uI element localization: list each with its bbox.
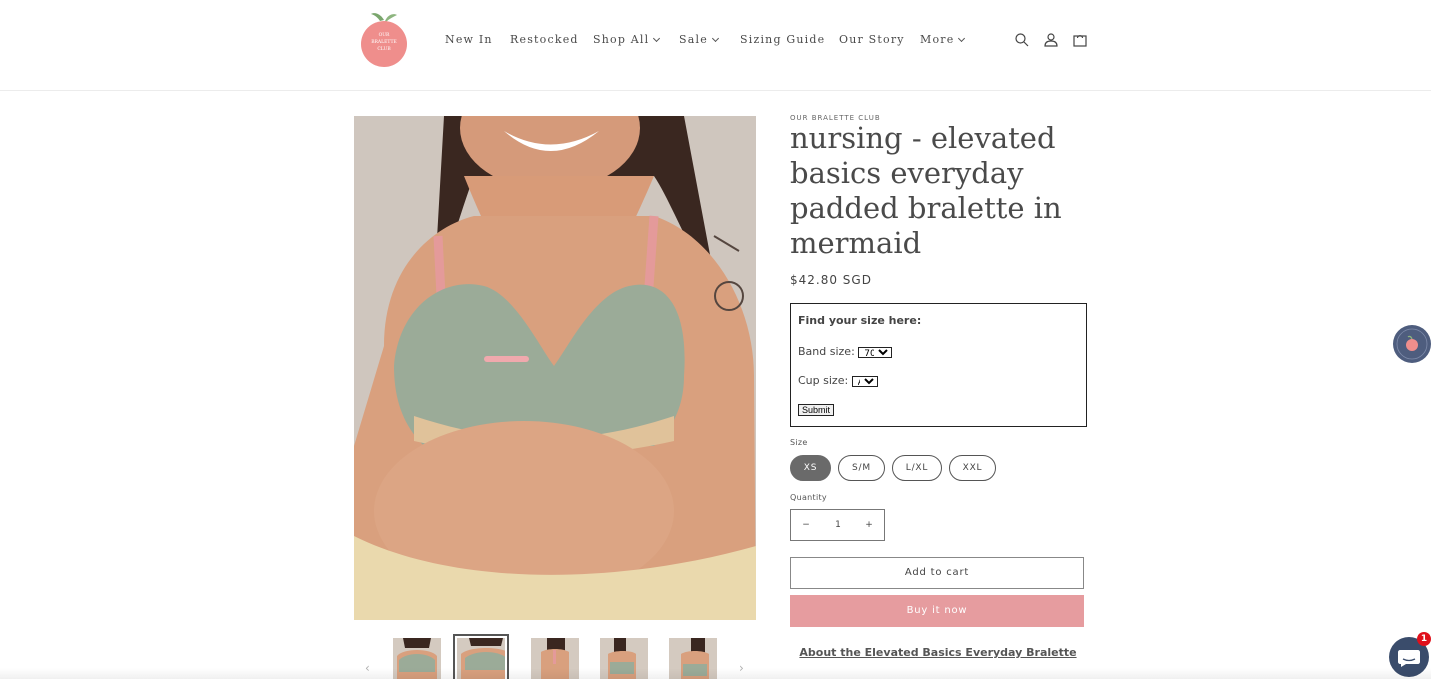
logo-text-our: OUR: [379, 32, 390, 38]
nav-label: New In: [445, 33, 493, 46]
loyalty-peach-icon: [1396, 328, 1428, 360]
quantity-input[interactable]: 1: [823, 510, 853, 540]
band-size-select[interactable]: 70: [858, 346, 893, 358]
thumbnail-3[interactable]: [531, 638, 579, 679]
chevron-down-icon: [711, 34, 719, 43]
size-finder-submit-button[interactable]: Submit: [798, 404, 835, 416]
nav-label: Restocked: [510, 33, 579, 46]
nav-label: More: [920, 33, 955, 46]
site-header: OUR BRALETTE CLUB New In Restocked Shop …: [0, 0, 1431, 91]
logo-text-club: CLUB: [377, 46, 391, 52]
thumbnail-photo: [393, 638, 441, 679]
cup-size-label: Cup size:: [798, 374, 849, 387]
brand-logo[interactable]: OUR BRALETTE CLUB: [358, 11, 410, 67]
product-photo: [354, 116, 756, 620]
cup-size-select[interactable]: A: [851, 375, 878, 387]
nav-item-restocked[interactable]: Restocked: [510, 33, 579, 46]
chevron-down-icon: [958, 34, 966, 43]
size-option-sm[interactable]: S/M: [838, 455, 885, 481]
thumbnail-5[interactable]: [669, 638, 717, 679]
nav-item-our-story[interactable]: Our Story: [839, 33, 905, 46]
thumbnail-photo: [531, 638, 579, 679]
chevron-down-icon: [653, 34, 661, 43]
thumbnail-strip: ‹ ›: [354, 634, 756, 679]
cup-size-row: Cup size: A: [798, 374, 878, 387]
buy-now-button[interactable]: Buy it now: [790, 595, 1084, 627]
logo-text-bralette: BRALETTE: [371, 39, 397, 45]
size-label: Size: [790, 438, 808, 447]
thumbnail-photo: [600, 638, 648, 679]
nav-item-sale[interactable]: Sale: [679, 33, 719, 46]
nav-item-more[interactable]: More: [920, 33, 966, 46]
size-option-lxl[interactable]: L/XL: [892, 455, 942, 481]
nav-item-shop-all[interactable]: Shop All: [593, 33, 661, 46]
chat-notification-badge: 1: [1417, 632, 1431, 646]
thumbnail-next-arrow[interactable]: ›: [739, 661, 744, 675]
product-main-image[interactable]: [354, 116, 756, 620]
about-product-link[interactable]: About the Elevated Basics Everyday Brale…: [790, 646, 1086, 659]
quantity-label: Quantity: [790, 493, 827, 502]
cart-icon[interactable]: [1072, 32, 1088, 48]
nav-item-sizing-guide[interactable]: Sizing Guide: [740, 33, 825, 46]
thumbnail-4[interactable]: [600, 638, 648, 679]
nav-label: Sale: [679, 33, 708, 46]
band-size-label: Band size:: [798, 345, 855, 358]
size-finder-heading: Find your size here:: [798, 314, 922, 327]
size-finder-box: Find your size here: Band size: 70 Cup s…: [790, 303, 1087, 427]
size-option-xs[interactable]: XS: [790, 455, 831, 481]
nav-item-new-in[interactable]: New In: [445, 33, 493, 46]
quantity-decrease-button[interactable]: −: [791, 510, 821, 540]
thumbnail-1[interactable]: [393, 638, 441, 679]
nav-label: Sizing Guide: [740, 33, 826, 46]
thumbnail-2[interactable]: [453, 634, 509, 679]
thumbnail-prev-arrow[interactable]: ‹: [365, 661, 370, 675]
product-title: nursing - elevated basics everyday padde…: [790, 121, 1062, 260]
account-icon[interactable]: [1043, 32, 1059, 48]
product-price: $42.80 SGD: [790, 273, 872, 287]
loyalty-badge-button[interactable]: [1393, 325, 1431, 363]
thumbnail-photo: [457, 638, 505, 679]
thumbnail-photo: [669, 638, 717, 679]
add-to-cart-button[interactable]: Add to cart: [790, 557, 1084, 589]
nav-label: Shop All: [593, 33, 650, 46]
search-icon[interactable]: [1014, 32, 1030, 48]
quantity-increase-button[interactable]: +: [854, 510, 884, 540]
size-option-xxl[interactable]: XXL: [949, 455, 996, 481]
quantity-stepper: − 1 +: [790, 509, 885, 541]
band-size-row: Band size: 70: [798, 345, 893, 358]
nav-label: Our Story: [839, 33, 905, 46]
